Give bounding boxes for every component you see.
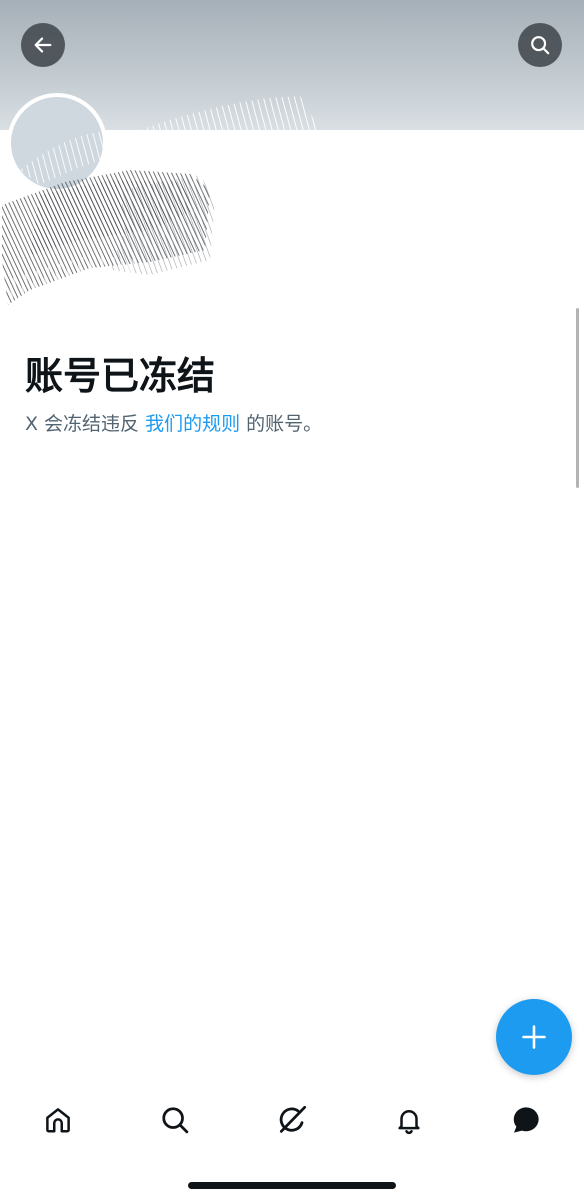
plus-icon xyxy=(522,1025,546,1049)
tab-grok[interactable] xyxy=(261,1089,323,1151)
description-suffix: 的账号。 xyxy=(246,413,323,435)
profile-screen: 账号已冻结 X 会冻结违反 我们的规则 的账号。 xyxy=(0,0,584,1200)
search-button[interactable] xyxy=(518,23,562,67)
scrollbar[interactable] xyxy=(576,308,579,488)
home-icon xyxy=(46,1108,70,1133)
arrow-left-icon xyxy=(34,37,52,53)
tab-home[interactable] xyxy=(27,1089,89,1151)
bottom-tab-bar xyxy=(0,1085,584,1155)
description-prefix: X 会冻结违反 xyxy=(25,413,140,435)
bell-icon xyxy=(398,1110,420,1135)
back-button[interactable] xyxy=(21,23,65,67)
tab-notifications[interactable] xyxy=(378,1089,440,1151)
search-icon xyxy=(162,1107,189,1134)
page-title: 账号已冻结 xyxy=(25,354,216,398)
avatar xyxy=(7,93,107,193)
tab-search[interactable] xyxy=(144,1089,206,1151)
home-indicator[interactable] xyxy=(188,1182,396,1189)
rules-link[interactable]: 我们的规则 xyxy=(145,413,240,435)
frozen-description: X 会冻结违反 我们的规则 的账号。 xyxy=(25,410,322,438)
messages-icon xyxy=(513,1107,539,1133)
search-icon xyxy=(531,36,550,55)
tab-messages[interactable] xyxy=(495,1089,557,1151)
compose-button[interactable] xyxy=(496,999,572,1075)
grok-icon xyxy=(279,1105,307,1133)
